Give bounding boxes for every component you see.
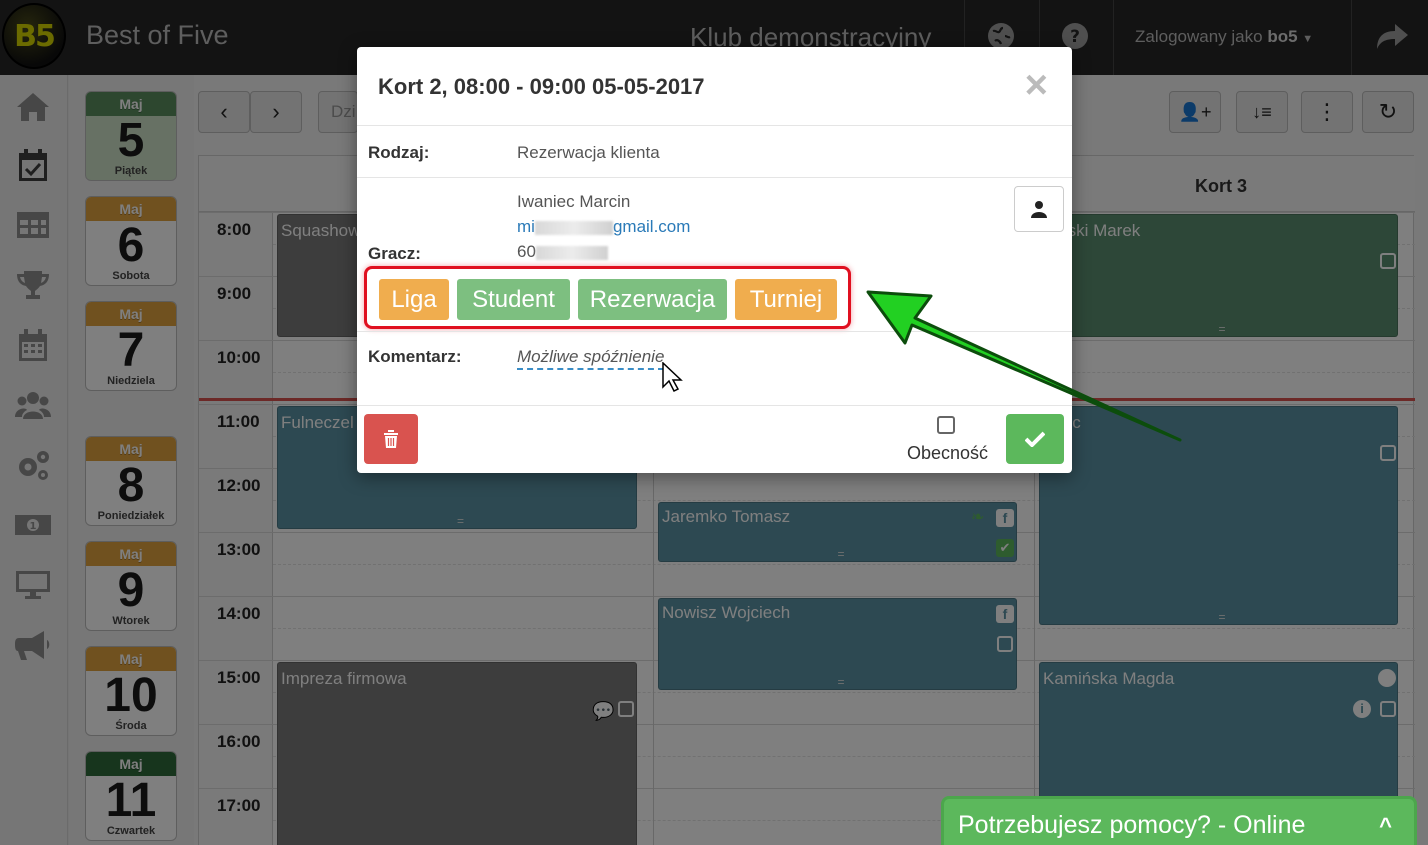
mouse-cursor-icon [662,362,683,393]
help-chat-widget[interactable]: Potrzebujesz pomocy? - Online ^ [941,796,1417,845]
chevron-up-icon[interactable]: ^ [1379,813,1392,839]
app-root: B5 Best of Five Klub demonstracyjny ? Za… [0,0,1428,845]
help-text: Potrzebujesz pomocy? - Online [958,811,1306,839]
annotation-arrow [866,290,1182,442]
